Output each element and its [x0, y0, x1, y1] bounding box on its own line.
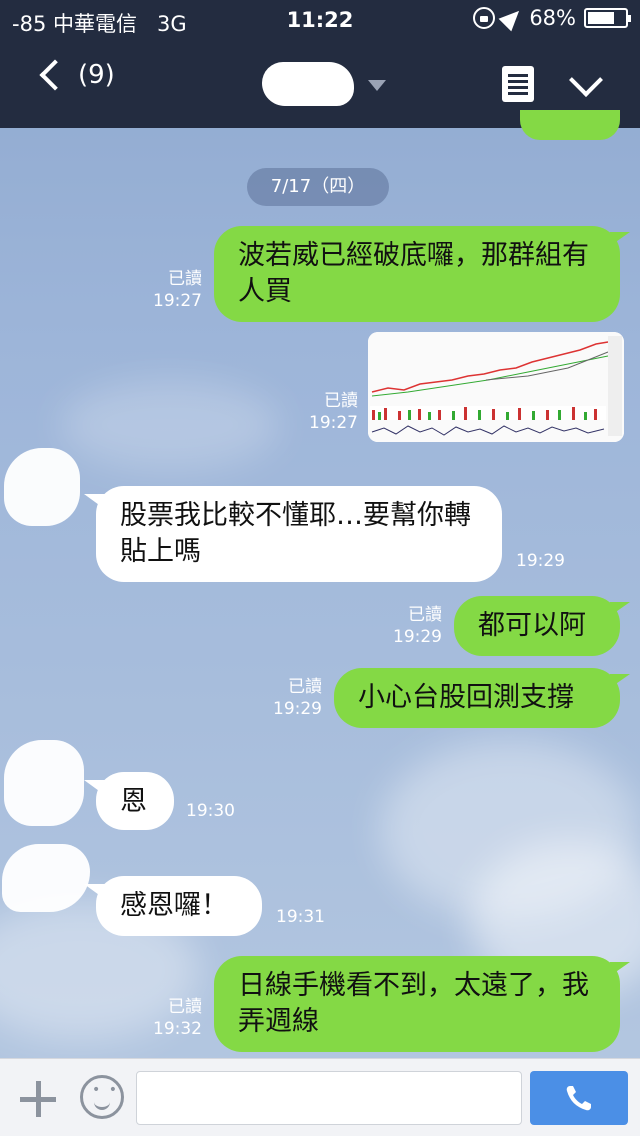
- message-bubble-out[interactable]: 日線手機看不到，太遠了，我弄週線: [214, 956, 620, 1052]
- rotation-lock-icon: [473, 7, 496, 29]
- message-bubble-in[interactable]: 股票我比較不懂耶…要幫你轉貼上嗎: [96, 486, 502, 582]
- back-icon: [39, 59, 71, 91]
- read-receipt: 已讀: [408, 605, 442, 625]
- date-divider: 7/17（四）: [247, 168, 389, 206]
- battery-percent: 68%: [529, 6, 576, 30]
- phone-icon: [566, 1086, 591, 1111]
- message-meta: 已讀 19:27: [290, 390, 358, 434]
- message-time: 19:27: [153, 291, 202, 311]
- status-bar: -85 中華電信 3G 11:22 68%: [0, 0, 640, 40]
- message-bubble-in[interactable]: 感恩囉！: [96, 876, 262, 936]
- chat-title-redacted[interactable]: [262, 62, 354, 106]
- battery-icon: [584, 8, 631, 28]
- message-bubble-out[interactable]: 都可以阿: [454, 596, 620, 656]
- message-meta: 已讀 19:29: [256, 676, 322, 720]
- stock-chart-image[interactable]: [368, 332, 624, 442]
- location-icon: [498, 4, 526, 32]
- caret-down-icon[interactable]: [368, 80, 386, 91]
- message-time: 19:29: [273, 699, 322, 719]
- message-time: 19:27: [309, 413, 358, 433]
- message-time: 19:29: [393, 627, 442, 647]
- notes-icon[interactable]: [502, 66, 534, 102]
- avatar[interactable]: [4, 740, 84, 826]
- message-time: 19:29: [516, 551, 565, 571]
- message-time: 19:31: [276, 907, 325, 927]
- message-time: 19:30: [186, 801, 235, 821]
- message-time: 19:32: [153, 1019, 202, 1039]
- previous-message-bubble: [520, 110, 620, 140]
- chevron-down-icon[interactable]: [569, 63, 603, 97]
- read-receipt: 已讀: [288, 677, 322, 697]
- top-bar: -85 中華電信 3G 11:22 68% (9): [0, 0, 640, 128]
- message-bubble-out[interactable]: 波若威已經破底囉，那群組有人買: [214, 226, 620, 322]
- emoji-icon[interactable]: [80, 1075, 124, 1119]
- message-input-bar: [0, 1058, 640, 1136]
- message-bubble-out[interactable]: 小心台股回測支撐: [334, 668, 620, 728]
- message-meta: 已讀 19:32: [130, 996, 202, 1040]
- call-button[interactable]: [530, 1071, 628, 1125]
- unread-count: (9): [78, 60, 115, 90]
- message-meta: 已讀 19:27: [130, 268, 202, 312]
- message-meta: 已讀 19:29: [376, 604, 442, 648]
- message-input[interactable]: [136, 1071, 522, 1125]
- read-receipt: 已讀: [168, 269, 202, 289]
- back-button[interactable]: (9): [34, 59, 115, 91]
- read-receipt: 已讀: [324, 391, 358, 411]
- message-bubble-in[interactable]: 恩: [96, 772, 174, 830]
- status-right: 68%: [473, 4, 631, 32]
- read-receipt: 已讀: [168, 997, 202, 1017]
- plus-icon[interactable]: [20, 1081, 56, 1117]
- avatar[interactable]: [4, 448, 80, 526]
